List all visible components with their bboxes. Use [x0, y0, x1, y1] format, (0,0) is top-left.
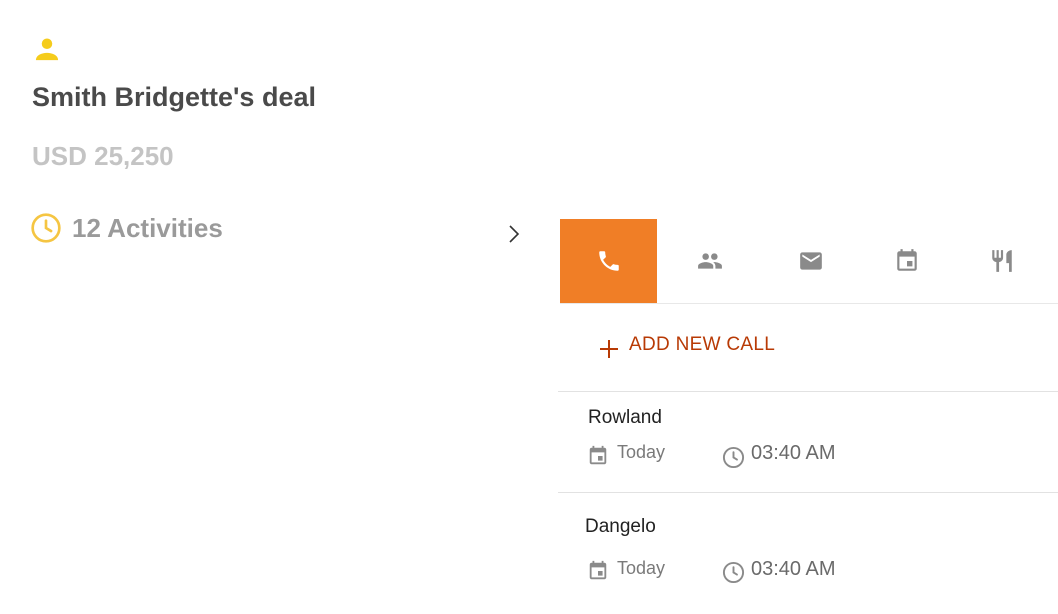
calendar-icon — [897, 249, 917, 271]
phone-icon — [598, 251, 619, 271]
activities-count-label: 12 Activities — [72, 212, 223, 243]
mail-icon — [799, 252, 822, 270]
person-icon — [35, 38, 59, 61]
divider — [558, 492, 1058, 493]
call-contact-name: Dangelo — [585, 516, 656, 537]
call-time: 03:40 AM — [751, 442, 836, 464]
calendar-icon — [589, 560, 607, 580]
activities-row[interactable]: 12 Activities — [30, 210, 223, 246]
restaurant-icon — [991, 250, 1012, 272]
people-icon — [697, 253, 722, 269]
tab-lunch[interactable] — [955, 219, 1048, 303]
call-time: 03:40 AM — [751, 558, 836, 580]
activity-type-tabs — [560, 219, 1058, 304]
tab-event[interactable] — [859, 219, 955, 303]
tab-call[interactable] — [560, 219, 657, 303]
call-date: Today — [617, 442, 666, 462]
calendar-icon — [589, 445, 607, 465]
clock-icon — [31, 213, 61, 243]
deal-title: Smith Bridgette's deal — [32, 82, 316, 112]
clock-icon — [722, 446, 745, 469]
clock-icon — [722, 561, 745, 584]
chevron-right-icon[interactable] — [505, 222, 523, 246]
call-date: Today — [617, 558, 666, 578]
divider — [558, 391, 1058, 392]
plus-icon — [600, 340, 618, 358]
tab-email[interactable] — [762, 219, 859, 303]
add-new-call-button[interactable]: ADD NEW CALL — [598, 330, 775, 360]
deal-amount: USD 25,250 — [32, 141, 174, 171]
add-new-call-label: ADD NEW CALL — [629, 334, 776, 355]
tab-meeting[interactable] — [657, 219, 762, 303]
call-contact-name: Rowland — [588, 407, 662, 428]
